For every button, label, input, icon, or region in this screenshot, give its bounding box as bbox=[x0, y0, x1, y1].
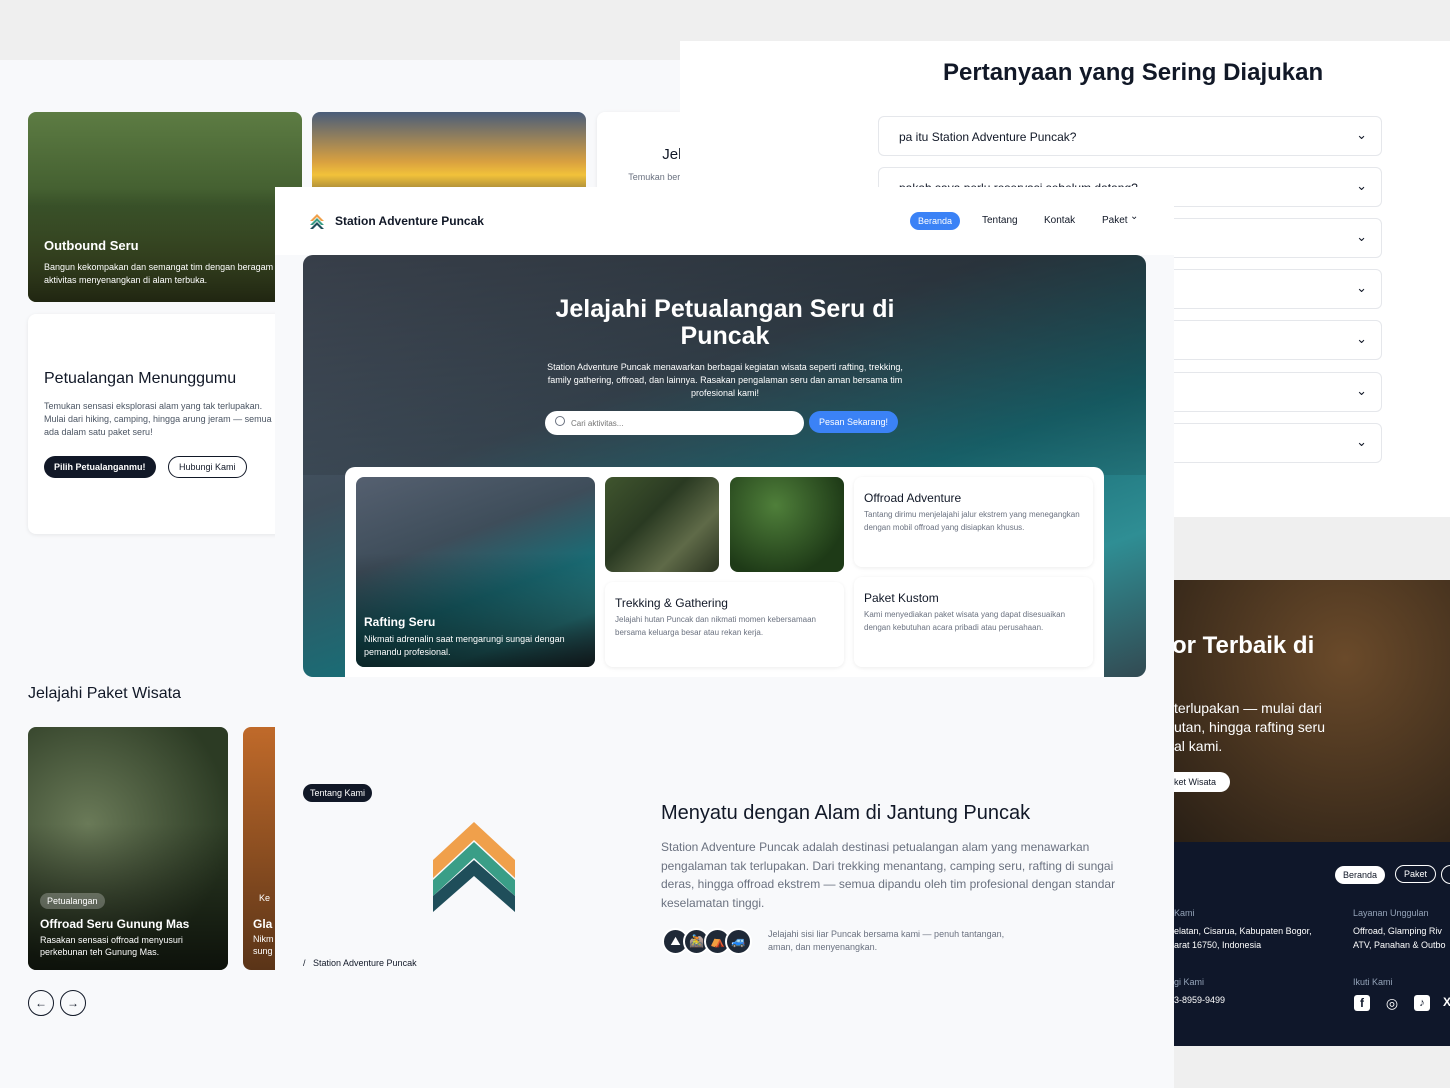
footer-follow-heading: Ikuti Kami bbox=[1353, 977, 1393, 987]
search-input[interactable] bbox=[571, 415, 791, 431]
footer-nav-more[interactable] bbox=[1441, 865, 1450, 884]
footer-address-heading: Kami bbox=[1174, 908, 1195, 918]
activity-icon-row: ⛰ 🚵 ⛺ 🚙 bbox=[662, 928, 754, 956]
contact-us-button[interactable]: Hubungi Kami bbox=[168, 456, 247, 478]
chevron-down-icon: ⌄ bbox=[1356, 434, 1367, 449]
custom-package-desc: Kami menyediakan paket wisata yang dapat… bbox=[864, 610, 1066, 632]
chevron-down-icon: ⌄ bbox=[1356, 229, 1367, 244]
chevron-down-icon: ⌄ bbox=[1356, 383, 1367, 398]
package-2-desc-1: Nikm bbox=[253, 934, 274, 944]
custom-package-card[interactable]: Paket Kustom Kami menyediakan paket wisa… bbox=[854, 577, 1093, 667]
nav-home[interactable]: Beranda bbox=[910, 212, 961, 230]
nav-about[interactable]: Tentang bbox=[982, 215, 1018, 226]
package-desc: Rasakan sensasi offroad menyusuri perkeb… bbox=[40, 935, 183, 957]
chevron-down-icon: ⌄ bbox=[1356, 280, 1367, 295]
faq-item-1[interactable]: pa itu Station Adventure Puncak? ⌄ bbox=[878, 116, 1382, 156]
footer-nav-packages[interactable]: Paket bbox=[1395, 865, 1437, 883]
offroad-card[interactable]: Offroad Adventure Tantang dirimu menjela… bbox=[854, 477, 1093, 567]
nav-packages[interactable]: Paket bbox=[1102, 215, 1128, 226]
package-badge: Petualangan bbox=[40, 893, 105, 909]
carousel-prev-button[interactable]: ← bbox=[28, 990, 54, 1016]
footer-services-line2: ATV, Panahan & Outbo bbox=[1353, 940, 1446, 950]
custom-package-title: Paket Kustom bbox=[864, 591, 939, 605]
gathering-photo bbox=[730, 477, 844, 572]
outbound-card[interactable]: Outbound Seru Bangun kekompakan dan sema… bbox=[28, 112, 302, 302]
search-icon bbox=[555, 416, 565, 426]
brand-name[interactable]: Station Adventure Puncak bbox=[335, 214, 484, 228]
outbound-desc: Bangun kekompakan dan semangat tim denga… bbox=[44, 262, 274, 285]
about-badge: Tentang Kami bbox=[303, 784, 373, 802]
adventure-desc: Temukan sensasi eksplorasi alam yang tak… bbox=[44, 401, 272, 437]
chevron-down-icon: ⌄ bbox=[1356, 127, 1367, 142]
trekking-title: Trekking & Gathering bbox=[615, 596, 728, 610]
package-card[interactable]: Petualangan Offroad Seru Gunung Mas Rasa… bbox=[28, 727, 228, 970]
breadcrumb-separator: / bbox=[303, 958, 306, 968]
package-2-badge: Ke bbox=[259, 893, 271, 903]
tiktok-icon[interactable]: ♪ bbox=[1414, 995, 1430, 1011]
adventure-title: Petualangan Menunggumu bbox=[44, 370, 237, 387]
rafting-desc: Nikmati adrenalin saat mengarungi sungai… bbox=[364, 634, 565, 657]
footer-nav-home[interactable]: Beranda bbox=[1335, 866, 1386, 884]
cta-title: or Terbaik di bbox=[1172, 632, 1315, 659]
chevron-down-icon[interactable]: ⌄ bbox=[1130, 211, 1138, 222]
packages-heading: Jelajahi Paket Wisata bbox=[28, 685, 181, 702]
nav-contact[interactable]: Kontak bbox=[1044, 215, 1075, 226]
package-2-title: Gla bbox=[253, 917, 273, 931]
footer-address-line1: elatan, Cisarua, Kabupaten Bogor, bbox=[1174, 926, 1312, 936]
carousel-next-button[interactable]: → bbox=[60, 990, 86, 1016]
offroad-car-icon: 🚙 bbox=[725, 928, 752, 955]
hero-title: Jelajahi Petualangan Seru di Puncak bbox=[555, 295, 895, 350]
chevron-down-icon: ⌄ bbox=[1356, 178, 1367, 193]
rafting-card[interactable]: Rafting Seru Nikmati adrenalin saat meng… bbox=[356, 477, 595, 667]
outbound-title: Outbound Seru bbox=[44, 238, 139, 253]
choose-adventure-button[interactable]: Pilih Petualanganmu! bbox=[44, 456, 156, 478]
offroad-title: Offroad Adventure bbox=[864, 491, 962, 505]
cta-desc-3: al kami. bbox=[1174, 738, 1223, 754]
footer-phone[interactable]: 3-8959-9499 bbox=[1174, 995, 1225, 1005]
brand-logo-large bbox=[433, 822, 515, 912]
cta-desc-1: terlupakan — mulai dari bbox=[1174, 700, 1322, 716]
footer-contact-heading: gi Kami bbox=[1174, 977, 1205, 987]
hero-desc: Station Adventure Puncak menawarkan berb… bbox=[547, 362, 903, 398]
rafting-title: Rafting Seru bbox=[364, 615, 436, 629]
adventure-card: Petualangan Menunggumu Temukan sensasi e… bbox=[28, 314, 298, 534]
trekking-desc: Jelajahi hutan Puncak dan nikmati momen … bbox=[615, 615, 817, 637]
offroad-desc: Tantang dirimu menjelajahi jalur ekstrem… bbox=[864, 510, 1080, 532]
book-now-button[interactable]: Pesan Sekarang! bbox=[809, 411, 899, 433]
trekking-card[interactable]: Trekking & Gathering Jelajahi hutan Punc… bbox=[605, 582, 844, 667]
arrow-left-icon: ← bbox=[35, 996, 47, 1010]
about-desc: Station Adventure Puncak adalah destinas… bbox=[661, 840, 1116, 910]
arrow-right-icon: → bbox=[67, 996, 79, 1010]
package-2-desc-2: sung bbox=[253, 946, 273, 956]
trekking-photo bbox=[605, 477, 719, 572]
cta-desc-2: utan, hingga rafting seru bbox=[1174, 719, 1325, 735]
about-note: Jelajahi sisi liar Puncak bersama kami —… bbox=[768, 929, 1005, 952]
logo-icon bbox=[310, 214, 324, 229]
breadcrumb[interactable]: Station Adventure Puncak bbox=[313, 958, 417, 968]
footer-services-heading: Layanan Unggulan bbox=[1353, 908, 1429, 918]
x-icon[interactable]: X bbox=[1443, 995, 1450, 1009]
faq-question-1: pa itu Station Adventure Puncak? bbox=[899, 130, 1077, 144]
about-title: Menyatu dengan Alam di Jantung Puncak bbox=[661, 802, 1031, 824]
chevron-down-icon: ⌄ bbox=[1356, 331, 1367, 346]
package-title: Offroad Seru Gunung Mas bbox=[40, 917, 190, 931]
instagram-icon[interactable]: ◎ bbox=[1384, 995, 1400, 1011]
search-bar[interactable] bbox=[545, 411, 804, 435]
footer-services-line1: Offroad, Glamping Riv bbox=[1353, 926, 1442, 936]
facebook-icon[interactable]: f bbox=[1354, 995, 1370, 1011]
footer-address-line2: arat 16750, Indonesia bbox=[1174, 940, 1262, 950]
faq-title: Pertanyaan yang Sering Diajukan bbox=[943, 59, 1324, 86]
